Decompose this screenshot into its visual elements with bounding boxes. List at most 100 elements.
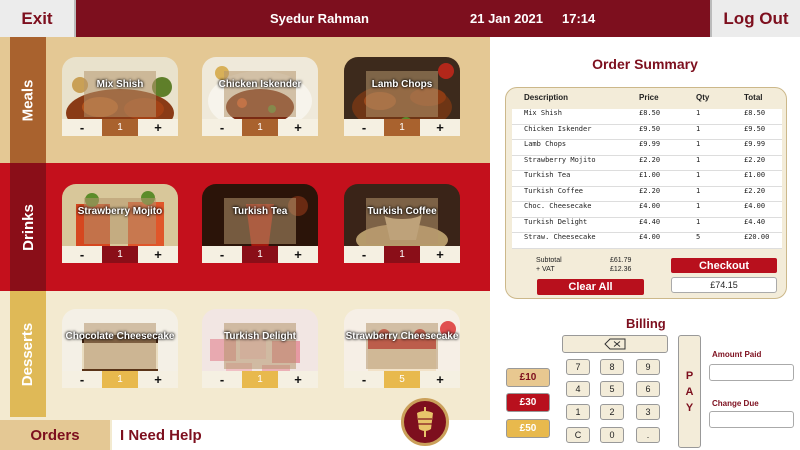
quantity-stepper: - 1 +	[62, 246, 178, 263]
logout-button[interactable]: Log Out	[710, 0, 800, 37]
keypad-key-6[interactable]: 6	[636, 381, 660, 397]
keypad-key-7[interactable]: 7	[566, 359, 590, 375]
quantity-value: 1	[102, 371, 138, 388]
meals-section: Meals Mix Shish - 1 + Chicken Iskender -…	[0, 37, 490, 163]
tab-meals[interactable]: Meals	[10, 37, 46, 163]
keypad-key-1[interactable]: 1	[566, 404, 590, 420]
pay-button[interactable]: P A Y	[678, 335, 701, 448]
order-row[interactable]: Turkish Coffee £2.20 1 £2.20	[512, 187, 782, 202]
backspace-icon	[604, 338, 626, 350]
clear-all-button[interactable]: Clear All	[537, 279, 644, 295]
decrease-button[interactable]: -	[202, 371, 242, 388]
quantity-value: 1	[384, 246, 420, 263]
decrease-button[interactable]: -	[344, 371, 384, 388]
top-bar	[0, 0, 800, 37]
keypad-key-3[interactable]: 3	[636, 404, 660, 420]
keypad-key-5[interactable]: 5	[600, 381, 624, 397]
decrease-button[interactable]: -	[344, 246, 384, 263]
cash-30-button[interactable]: £30	[506, 393, 550, 412]
decrease-button[interactable]: -	[344, 119, 384, 136]
order-list[interactable]: Mix Shish £8.50 1 £8.50 Chicken Iskender £9.…	[512, 109, 782, 249]
user-name: Syedur Rahman	[270, 11, 369, 26]
cash-10-button[interactable]: £10	[506, 368, 550, 387]
quantity-stepper: - 1 +	[344, 119, 460, 136]
order-row[interactable]: Strawberry Mojito £2.20 1 £2.20	[512, 156, 782, 171]
amount-paid-field[interactable]	[709, 364, 794, 381]
pay-letter: P	[685, 369, 694, 382]
keypad-key-clear[interactable]: C	[566, 427, 590, 443]
time-display: 17:14	[562, 11, 596, 26]
drinks-section: Drinks Strawberry Mojito - 1 + Turkish T…	[0, 163, 490, 291]
vat-value: £12.36	[610, 266, 632, 273]
order-row[interactable]: Chicken Iskender £9.50 1 £9.50	[512, 125, 782, 140]
amount-paid-label: Amount Paid	[712, 350, 762, 359]
vat-label: + VAT	[536, 266, 555, 273]
increase-button[interactable]: +	[420, 246, 460, 263]
order-row[interactable]: Turkish Delight £4.40 1 £4.40	[512, 218, 782, 233]
quantity-value: 5	[384, 371, 420, 388]
order-row[interactable]: Choc. Cheesecake £4.00 1 £4.00	[512, 202, 782, 218]
keypad-key-9[interactable]: 9	[636, 359, 660, 375]
quantity-value: 1	[384, 119, 420, 136]
kebab-logo-icon	[417, 407, 433, 437]
decrease-button[interactable]: -	[62, 371, 102, 388]
pay-letter: A	[685, 385, 694, 398]
exit-button[interactable]: Exit	[0, 0, 76, 37]
subtotal-value: £61.79	[610, 257, 632, 264]
quantity-value: 1	[102, 246, 138, 263]
decrease-button[interactable]: -	[62, 119, 102, 136]
increase-button[interactable]: +	[420, 119, 460, 136]
keypad-key-2[interactable]: 2	[600, 404, 624, 420]
increase-button[interactable]: +	[278, 371, 318, 388]
keypad-key-decimal[interactable]: .	[636, 427, 660, 443]
decrease-button[interactable]: -	[202, 119, 242, 136]
increase-button[interactable]: +	[138, 371, 178, 388]
tab-drinks-label: Drinks	[19, 203, 37, 251]
order-row[interactable]: Straw. Cheesecake £4.00 5 £20.00	[512, 233, 782, 249]
change-due-label: Change Due	[712, 399, 759, 408]
order-row[interactable]: Turkish Tea £1.00 1 £1.00	[512, 171, 782, 187]
pay-letter: Y	[685, 401, 694, 414]
order-row[interactable]: Mix Shish £8.50 1 £8.50	[512, 109, 782, 125]
backspace-button[interactable]	[562, 335, 668, 353]
change-due-field[interactable]	[709, 411, 794, 428]
quantity-stepper: - 1 +	[62, 119, 178, 136]
menu-item-name: Chicken Iskender	[218, 79, 302, 90]
cash-50-button[interactable]: £50	[506, 419, 550, 438]
quantity-stepper: - 5 +	[344, 371, 460, 388]
increase-button[interactable]: +	[278, 246, 318, 263]
increase-button[interactable]: +	[138, 119, 178, 136]
orders-button[interactable]: Orders	[0, 420, 110, 450]
header-description: Description	[524, 93, 569, 102]
checkout-button[interactable]: Checkout	[671, 258, 777, 273]
quantity-stepper: - 1 +	[202, 371, 318, 388]
increase-button[interactable]: +	[138, 246, 178, 263]
keypad-key-0[interactable]: 0	[600, 427, 624, 443]
quantity-stepper: - 1 +	[62, 371, 178, 388]
tab-drinks[interactable]: Drinks	[10, 163, 46, 291]
quantity-value: 1	[242, 246, 278, 263]
header-price: Price	[639, 93, 659, 102]
doner-kebab-icon[interactable]	[401, 398, 449, 446]
decrease-button[interactable]: -	[202, 246, 242, 263]
quantity-stepper: - 1 +	[344, 246, 460, 263]
menu-item-name: Mix Shish	[96, 79, 144, 90]
keypad-key-4[interactable]: 4	[566, 381, 590, 397]
date-display: 21 Jan 2021	[470, 11, 544, 26]
quantity-value: 1	[242, 371, 278, 388]
keypad-key-8[interactable]: 8	[600, 359, 624, 375]
tab-meals-label: Meals	[19, 79, 37, 121]
increase-button[interactable]: +	[420, 371, 460, 388]
order-row[interactable]: Lamb Chops £9.99 1 £9.99	[512, 140, 782, 156]
order-summary-box: Description Price Qty Total Mix Shish £8.…	[505, 87, 787, 299]
menu-item-name: Turkish Tea	[232, 206, 288, 217]
decrease-button[interactable]: -	[62, 246, 102, 263]
quantity-stepper: - 1 +	[202, 119, 318, 136]
menu-item-name: Turkish Coffee	[367, 206, 437, 217]
menu-item-name: Strawberry Mojito	[77, 206, 163, 217]
tab-desserts[interactable]: Desserts	[10, 291, 46, 417]
order-table-header: Description Price Qty Total	[506, 93, 786, 109]
menu-item-name: Turkish Delight	[223, 331, 297, 342]
order-summary-title: Order Summary	[592, 56, 698, 72]
increase-button[interactable]: +	[278, 119, 318, 136]
